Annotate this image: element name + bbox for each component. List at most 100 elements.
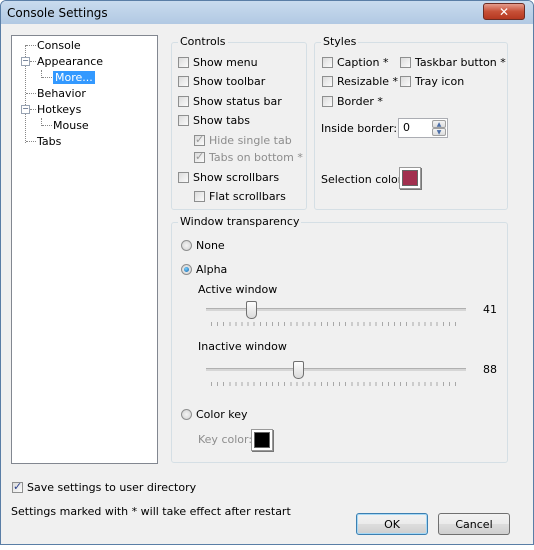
tree-item-label: Console <box>37 39 81 52</box>
border-checkbox[interactable]: Border * <box>322 95 383 108</box>
settings-tree: − − Console Appearance More... Behavior … <box>11 35 158 464</box>
slider-thumb[interactable] <box>293 361 305 379</box>
collapse-icon[interactable]: − <box>21 105 30 114</box>
radio-label: Alpha <box>196 263 228 276</box>
slider-thumb[interactable] <box>245 301 257 319</box>
show-status-bar-checkbox[interactable]: Show status bar <box>178 95 282 108</box>
checkbox-label: Show scrollbars <box>193 171 280 184</box>
restart-note: Settings marked with * will take effect … <box>11 505 291 518</box>
inside-border-spinner[interactable]: 0 ▲ ▼ <box>398 118 448 138</box>
tray-icon-checkbox[interactable]: Tray icon <box>400 75 464 88</box>
inactive-window-label: Inactive window <box>198 340 287 353</box>
title-bar: Console Settings ✕ <box>1 1 533 24</box>
window-title: Console Settings <box>7 6 108 20</box>
checkbox-box <box>400 57 411 68</box>
tree-line <box>26 141 36 142</box>
none-radio[interactable]: None <box>181 239 225 252</box>
close-icon: ✕ <box>498 4 510 19</box>
checkbox-box <box>178 96 189 107</box>
checkbox-label: Show status bar <box>193 95 282 108</box>
active-window-slider[interactable] <box>206 301 466 331</box>
tree-item-label: Hotkeys <box>37 103 82 116</box>
close-button[interactable]: ✕ <box>483 3 525 20</box>
checkbox-label: Caption * <box>337 56 389 69</box>
tree-line <box>30 61 36 62</box>
checkbox-label: Save settings to user directory <box>27 481 197 494</box>
checkbox-label: Show tabs <box>193 114 250 127</box>
tree-line <box>26 93 36 94</box>
key-color-swatch <box>254 432 270 448</box>
cancel-button[interactable]: Cancel <box>438 513 510 535</box>
tree-item-more[interactable]: More... <box>53 71 95 84</box>
active-window-value: 41 <box>483 303 497 316</box>
tree-item-console[interactable]: Console <box>37 39 81 52</box>
radio-label: Color key <box>196 408 248 421</box>
tree-item-label: Behavior <box>37 87 86 100</box>
save-settings-checkbox[interactable]: Save settings to user directory <box>12 480 197 494</box>
slider-ticks <box>211 382 461 386</box>
inactive-window-slider[interactable] <box>206 361 466 391</box>
tree-line <box>26 45 36 46</box>
key-color-label: Key color: <box>198 433 253 446</box>
flat-scrollbars-checkbox[interactable]: Flat scrollbars <box>194 190 286 203</box>
checkbox-label: Show menu <box>193 56 258 69</box>
checkbox-label: Tabs on bottom * <box>209 151 303 164</box>
tabs-on-bottom-checkbox[interactable]: Tabs on bottom * <box>194 150 303 164</box>
key-color-button[interactable] <box>251 429 273 451</box>
tree-item-mouse[interactable]: Mouse <box>53 119 89 132</box>
radio-label: None <box>196 239 225 252</box>
tree-item-behavior[interactable]: Behavior <box>37 87 86 100</box>
inside-border-label: Inside border: <box>321 122 398 135</box>
resizable-checkbox[interactable]: Resizable * <box>322 75 398 88</box>
tree-item-label: Appearance <box>37 55 104 68</box>
checkbox-box <box>178 115 189 126</box>
tree-line <box>42 77 52 78</box>
tree-item-label: More... <box>53 71 95 84</box>
checkbox-box <box>12 480 23 493</box>
radio-circle <box>181 264 192 275</box>
tree-line <box>30 109 36 110</box>
selection-color-button[interactable] <box>399 167 421 189</box>
checkbox-box <box>194 150 205 163</box>
show-tabs-checkbox[interactable]: Show tabs <box>178 114 250 127</box>
alpha-radio[interactable]: Alpha <box>181 263 227 276</box>
slider-track <box>206 368 466 371</box>
tree-item-label: Mouse <box>53 119 89 132</box>
show-toolbar-checkbox[interactable]: Show toolbar <box>178 75 265 88</box>
radio-circle <box>181 409 192 420</box>
taskbar-button-checkbox[interactable]: Taskbar button * <box>400 56 506 69</box>
show-scrollbars-checkbox[interactable]: Show scrollbars <box>178 171 279 184</box>
checkbox-box <box>400 76 411 87</box>
checkbox-label: Taskbar button * <box>415 56 506 69</box>
tree-item-tabs[interactable]: Tabs <box>37 135 61 148</box>
color-key-radio[interactable]: Color key <box>181 408 247 421</box>
tree-line <box>42 125 52 126</box>
styles-group-title: Styles <box>321 35 359 48</box>
hide-single-tab-checkbox[interactable]: Hide single tab <box>194 133 292 147</box>
checkbox-box <box>322 96 333 107</box>
checkbox-label: Flat scrollbars <box>209 190 286 203</box>
checkbox-label: Show toolbar <box>193 75 266 88</box>
checkbox-label: Hide single tab <box>209 134 292 147</box>
slider-ticks <box>211 322 461 326</box>
show-menu-checkbox[interactable]: Show menu <box>178 56 258 69</box>
spin-up-icon[interactable]: ▲ <box>432 120 446 128</box>
checkbox-label: Resizable * <box>337 75 399 88</box>
console-settings-dialog: Console Settings ✕ − − Console Appearanc… <box>0 0 534 545</box>
collapse-icon[interactable]: − <box>21 57 30 66</box>
checkbox-label: Border * <box>337 95 383 108</box>
spin-down-icon[interactable]: ▼ <box>432 128 446 136</box>
selection-color-label: Selection color: <box>321 173 406 186</box>
checkbox-label: Tray icon <box>415 75 465 88</box>
tree-item-appearance[interactable]: Appearance <box>37 55 103 68</box>
tree-item-hotkeys[interactable]: Hotkeys <box>37 103 81 116</box>
inside-border-value: 0 <box>403 121 410 134</box>
transparency-group-title: Window transparency <box>178 215 302 228</box>
checkbox-box <box>178 57 189 68</box>
checkbox-box <box>194 133 205 146</box>
checkbox-box <box>178 172 189 183</box>
tree-item-label: Tabs <box>37 135 62 148</box>
caption-checkbox[interactable]: Caption * <box>322 56 388 69</box>
ok-button[interactable]: OK <box>356 513 428 535</box>
checkbox-box <box>178 76 189 87</box>
